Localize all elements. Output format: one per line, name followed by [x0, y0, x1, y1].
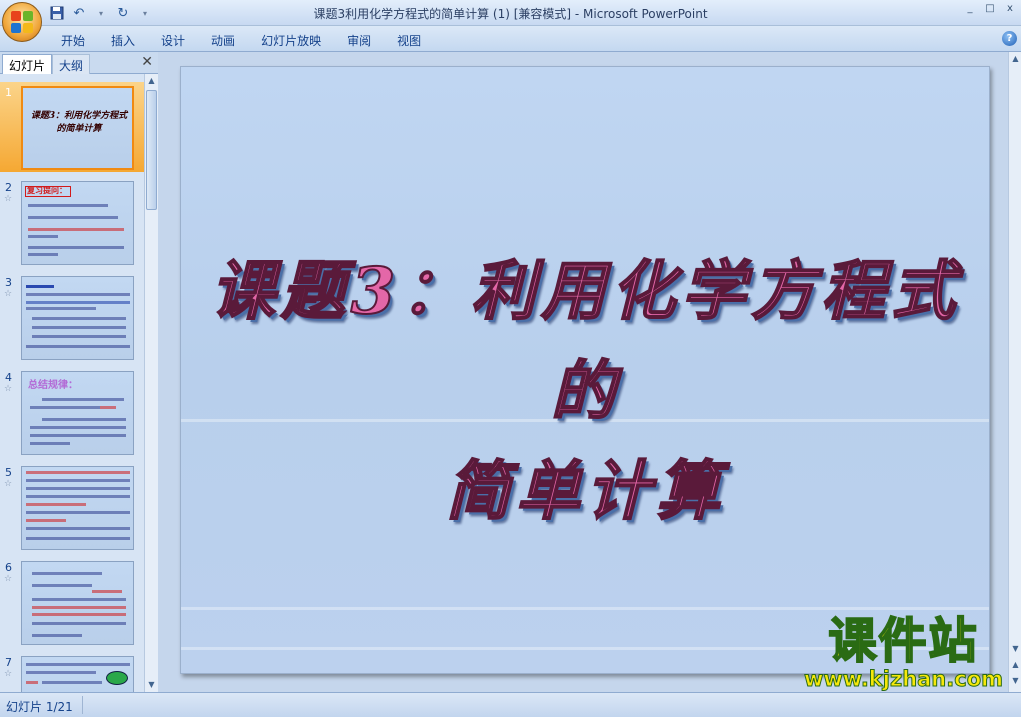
scroll-down-icon[interactable]: ▼ — [145, 678, 158, 692]
ribbon-tabs: 开始 插入 设计 动画 幻灯片放映 审阅 视图 — [48, 30, 434, 51]
pane-tabs: 幻灯片 大纲 ✕ — [0, 52, 158, 74]
slide-thumbnail-7[interactable]: 7 ☆ — [0, 652, 144, 692]
slide-number: 5 — [5, 466, 12, 479]
thumbnail-heading: 总结规律： — [28, 380, 78, 391]
thumbnail-list: 1 课题3：利用化学方程式的简单计算 2 ☆ 复习提问： 3 ☆ 4 ☆ 总结规… — [0, 74, 144, 692]
slide-number: 4 — [5, 371, 12, 384]
tab-insert[interactable]: 插入 — [98, 30, 148, 51]
slide-thumbnail-6[interactable]: 6 ☆ — [0, 557, 144, 647]
watermark-name: 课件站 — [827, 613, 979, 669]
slide-thumbnail-1[interactable]: 1 课题3：利用化学方程式的简单计算 — [0, 82, 144, 172]
animation-star-icon: ☆ — [4, 194, 13, 204]
slide-thumbnail-2[interactable]: 2 ☆ 复习提问： — [0, 177, 144, 267]
slide-number: 1 — [5, 86, 12, 99]
thumbnail-preview — [21, 466, 134, 550]
tab-slides[interactable]: 幻灯片 — [2, 54, 53, 74]
tab-animations[interactable]: 动画 — [198, 30, 248, 51]
window-controls: _ □ x — [961, 2, 1019, 16]
thumbnail-scrollbar[interactable]: ▲ ▼ — [144, 74, 158, 692]
slide-thumbnail-4[interactable]: 4 ☆ 总结规律： — [0, 367, 144, 457]
scroll-up-icon[interactable]: ▲ — [1009, 52, 1021, 66]
scroll-up-icon[interactable]: ▲ — [145, 74, 158, 88]
maximize-button[interactable]: □ — [981, 2, 999, 16]
thumbnail-preview — [21, 561, 134, 645]
slide-title-line-2: 简单计算 — [445, 453, 726, 530]
window-title: 课题3利用化学方程式的简单计算 (1) [兼容模式] - Microsoft P… — [313, 7, 708, 21]
thumbnail-preview — [21, 656, 134, 692]
thumbnail-heading: 复习提问： — [27, 186, 67, 195]
help-icon[interactable]: ? — [1002, 31, 1017, 46]
title-bar: ↶ ▾ ↻ ▾ 课题3利用化学方程式的简单计算 (1) [兼容模式] - Mic… — [0, 0, 1021, 26]
slide-thumbnail-3[interactable]: 3 ☆ — [0, 272, 144, 362]
office-button[interactable] — [2, 2, 42, 42]
slide-editor: 课题3：利用化学方程式的 简单计算 — [159, 52, 1008, 692]
slide-number: 3 — [5, 276, 12, 289]
thumbnail-preview: 复习提问： — [21, 181, 134, 265]
watermark-url: www.kjzhan.com — [803, 667, 1003, 691]
tab-view[interactable]: 视图 — [384, 30, 434, 51]
animation-star-icon: ☆ — [4, 384, 13, 394]
watermark-logo: 课件站 www.kjzhan.com — [803, 613, 1003, 691]
editor-scrollbar[interactable]: ▲ ▼ ▲ ▼ — [1008, 52, 1021, 692]
status-bar: 幻灯片 1/21 — [0, 692, 1021, 717]
scrollbar-thumb[interactable] — [146, 90, 157, 210]
minimize-button[interactable]: _ — [961, 2, 979, 16]
scroll-down-icon[interactable]: ▼ — [1009, 642, 1021, 656]
previous-slide-icon[interactable]: ▲ — [1009, 658, 1021, 672]
slide-title[interactable]: 课题3：利用化学方程式的 简单计算 — [201, 242, 971, 542]
slide-number: 7 — [5, 656, 12, 669]
thumbnail-preview — [21, 276, 134, 360]
thumbnail-preview: 总结规律： — [21, 371, 134, 455]
ribbon: 开始 插入 设计 动画 幻灯片放映 审阅 视图 ? — [0, 26, 1021, 52]
tab-home[interactable]: 开始 — [48, 30, 98, 51]
next-slide-icon[interactable]: ▼ — [1009, 674, 1021, 688]
slide-indicator: 幻灯片 1/21 — [6, 700, 73, 714]
animation-star-icon: ☆ — [4, 289, 13, 299]
animation-star-icon: ☆ — [4, 669, 13, 679]
tab-review[interactable]: 审阅 — [334, 30, 384, 51]
status-divider — [82, 696, 83, 714]
animation-star-icon: ☆ — [4, 479, 13, 489]
current-slide[interactable]: 课题3：利用化学方程式的 简单计算 — [180, 66, 990, 674]
thumbnail-title: 课题3：利用化学方程式的简单计算 — [30, 111, 128, 134]
slide-title-line-1: 课题3：利用化学方程式的 — [210, 253, 962, 430]
tab-slide-show[interactable]: 幻灯片放映 — [248, 30, 334, 51]
slides-pane: 幻灯片 大纲 ✕ 1 课题3：利用化学方程式的简单计算 2 ☆ 复习提问： 3 … — [0, 52, 158, 692]
close-button[interactable]: x — [1001, 2, 1019, 16]
slide-thumbnail-5[interactable]: 5 ☆ — [0, 462, 144, 552]
tab-design[interactable]: 设计 — [148, 30, 198, 51]
thumbnail-preview: 课题3：利用化学方程式的简单计算 — [21, 86, 134, 170]
tab-outline[interactable]: 大纲 — [52, 54, 91, 74]
close-icon[interactable]: ✕ — [141, 54, 153, 70]
animation-star-icon: ☆ — [4, 574, 13, 584]
slide-number: 2 — [5, 181, 12, 194]
office-logo-icon — [11, 11, 33, 33]
slide-number: 6 — [5, 561, 12, 574]
